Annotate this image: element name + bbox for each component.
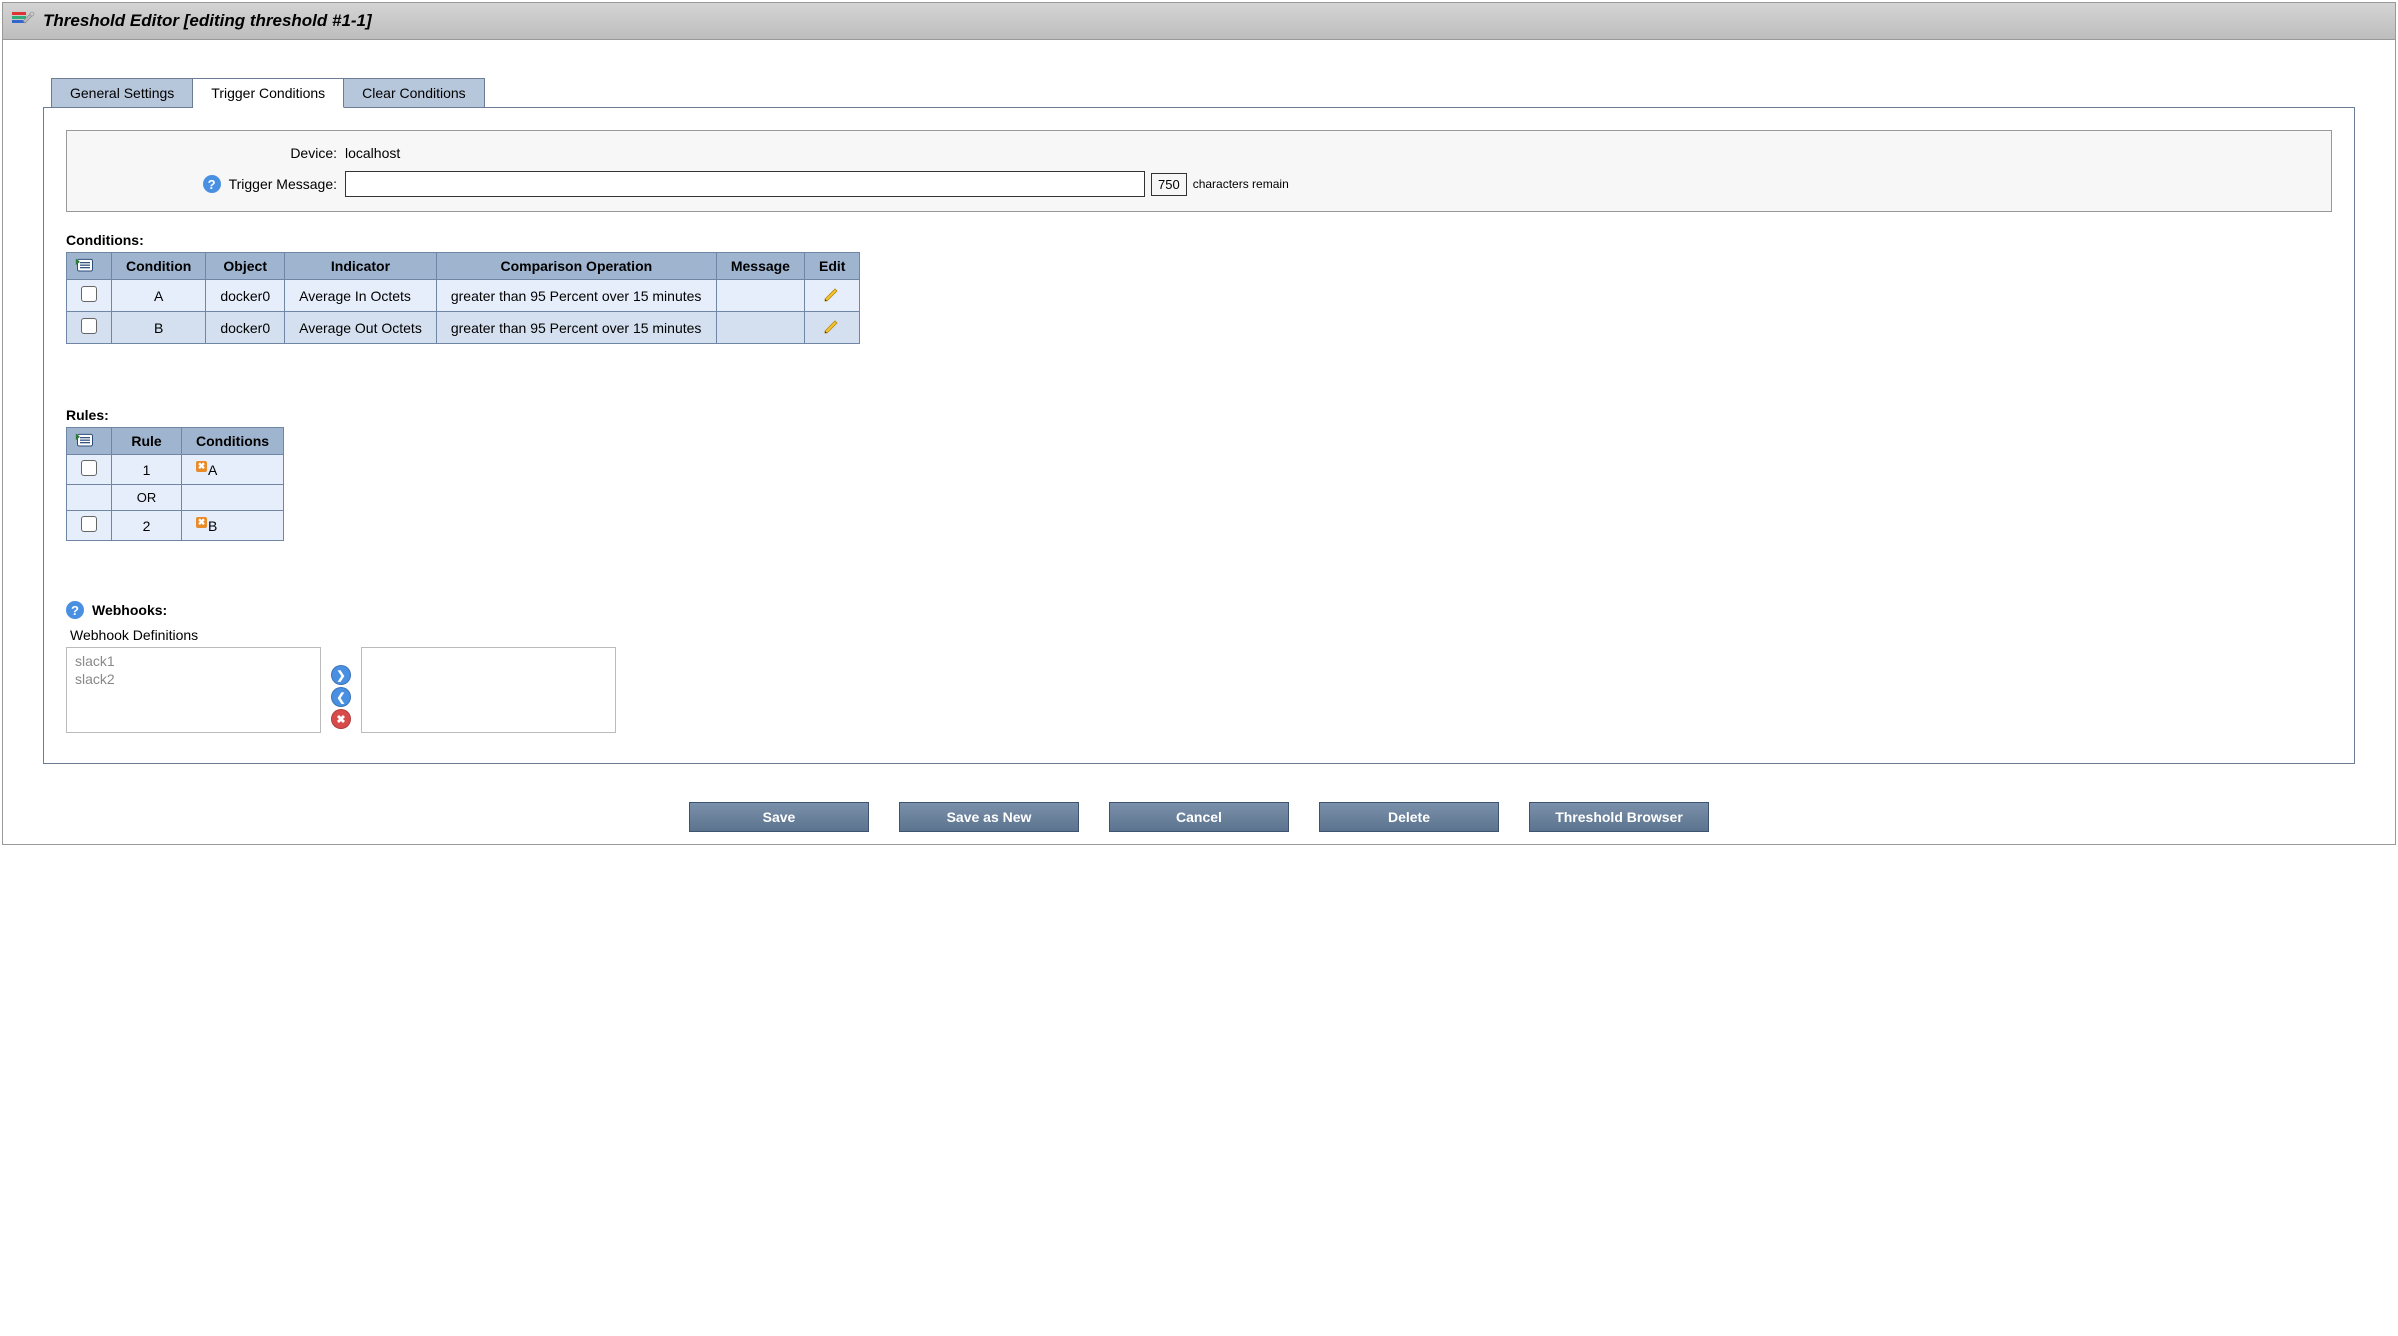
condition-object: docker0 xyxy=(206,312,285,344)
list-icon xyxy=(75,432,103,450)
save-button[interactable]: Save xyxy=(689,802,869,832)
rule-number: 2 xyxy=(112,511,182,541)
window-title: Threshold Editor [editing threshold #1-1… xyxy=(43,11,372,31)
webhook-option[interactable]: slack1 xyxy=(75,652,312,670)
remove-icon[interactable]: ✖ xyxy=(331,709,351,729)
tab-general-settings[interactable]: General Settings xyxy=(51,78,193,108)
tab-panel-trigger: Device: localhost ? Trigger Message: 750… xyxy=(43,107,2355,764)
col-edit: Edit xyxy=(804,253,859,280)
webhook-available-list[interactable]: slack1 slack2 xyxy=(66,647,321,733)
move-right-icon[interactable]: ❯ xyxy=(331,665,351,685)
condition-row: A docker0 Average In Octets greater than… xyxy=(67,280,860,312)
device-info-box: Device: localhost ? Trigger Message: 750… xyxy=(66,130,2332,212)
conditions-heading: Conditions: xyxy=(66,232,2332,248)
app-icon xyxy=(11,9,35,33)
rules-table: Rule Conditions 1 ✖A OR xyxy=(66,427,284,541)
trigger-message-input[interactable] xyxy=(345,171,1145,197)
device-value: localhost xyxy=(345,145,400,161)
conditions-table: Condition Object Indicator Comparison Op… xyxy=(66,252,860,344)
condition-object: docker0 xyxy=(206,280,285,312)
pencil-icon[interactable] xyxy=(823,285,841,306)
rule-row: 2 ✖B xyxy=(67,511,284,541)
rule-operator: OR xyxy=(112,485,182,511)
tabs: General Settings Trigger Conditions Clea… xyxy=(51,78,2355,108)
rules-heading: Rules: xyxy=(66,407,2332,423)
threshold-browser-button[interactable]: Threshold Browser xyxy=(1529,802,1709,832)
delete-button[interactable]: Delete xyxy=(1319,802,1499,832)
condition-id: A xyxy=(112,280,206,312)
condition-message xyxy=(716,280,804,312)
action-bar: Save Save as New Cancel Delete Threshold… xyxy=(3,802,2395,844)
webhooks-heading: Webhooks: xyxy=(92,602,167,618)
webhook-selected-list[interactable] xyxy=(361,647,616,733)
conditions-select-header[interactable] xyxy=(67,253,112,280)
cancel-button[interactable]: Cancel xyxy=(1109,802,1289,832)
col-rule: Rule xyxy=(112,428,182,455)
help-icon[interactable]: ? xyxy=(203,175,221,193)
save-as-new-button[interactable]: Save as New xyxy=(899,802,1079,832)
chars-remaining-count: 750 xyxy=(1151,173,1187,196)
threshold-editor-window: Threshold Editor [editing threshold #1-1… xyxy=(2,2,2396,845)
rule-condition-letter: B xyxy=(208,518,217,534)
condition-row: B docker0 Average Out Octets greater tha… xyxy=(67,312,860,344)
webhooks-subheading: Webhook Definitions xyxy=(70,627,2332,643)
rule-checkbox[interactable] xyxy=(81,460,97,476)
pencil-icon[interactable] xyxy=(823,317,841,338)
trigger-message-label: Trigger Message: xyxy=(229,176,337,192)
webhook-transfer-buttons: ❯ ❮ ✖ xyxy=(331,665,351,729)
rule-condition-letter: A xyxy=(208,462,217,478)
tab-trigger-conditions[interactable]: Trigger Conditions xyxy=(193,78,344,108)
content-area: General Settings Trigger Conditions Clea… xyxy=(3,40,2395,784)
condition-indicator: Average Out Octets xyxy=(285,312,437,344)
rule-checkbox[interactable] xyxy=(81,516,97,532)
chars-remaining-label: characters remain xyxy=(1193,177,1289,191)
remove-condition-icon[interactable]: ✖ xyxy=(196,517,207,528)
condition-checkbox[interactable] xyxy=(81,286,97,302)
col-indicator: Indicator xyxy=(285,253,437,280)
rule-operator-row: OR xyxy=(67,485,284,511)
titlebar: Threshold Editor [editing threshold #1-1… xyxy=(3,3,2395,40)
help-icon[interactable]: ? xyxy=(66,601,84,619)
condition-indicator: Average In Octets xyxy=(285,280,437,312)
col-object: Object xyxy=(206,253,285,280)
rule-row: 1 ✖A xyxy=(67,455,284,485)
col-comparison: Comparison Operation xyxy=(436,253,716,280)
condition-message xyxy=(716,312,804,344)
webhook-option[interactable]: slack2 xyxy=(75,670,312,688)
col-message: Message xyxy=(716,253,804,280)
list-icon xyxy=(75,257,103,275)
col-condition: Condition xyxy=(112,253,206,280)
condition-checkbox[interactable] xyxy=(81,318,97,334)
condition-id: B xyxy=(112,312,206,344)
condition-comparison: greater than 95 Percent over 15 minutes xyxy=(436,312,716,344)
col-rule-conditions: Conditions xyxy=(182,428,284,455)
rules-select-header[interactable] xyxy=(67,428,112,455)
condition-comparison: greater than 95 Percent over 15 minutes xyxy=(436,280,716,312)
move-left-icon[interactable]: ❮ xyxy=(331,687,351,707)
tab-clear-conditions[interactable]: Clear Conditions xyxy=(344,78,485,108)
device-label: Device: xyxy=(87,145,345,161)
remove-condition-icon[interactable]: ✖ xyxy=(196,461,207,472)
rule-number: 1 xyxy=(112,455,182,485)
webhooks-section: ? Webhooks: Webhook Definitions slack1 s… xyxy=(66,601,2332,733)
